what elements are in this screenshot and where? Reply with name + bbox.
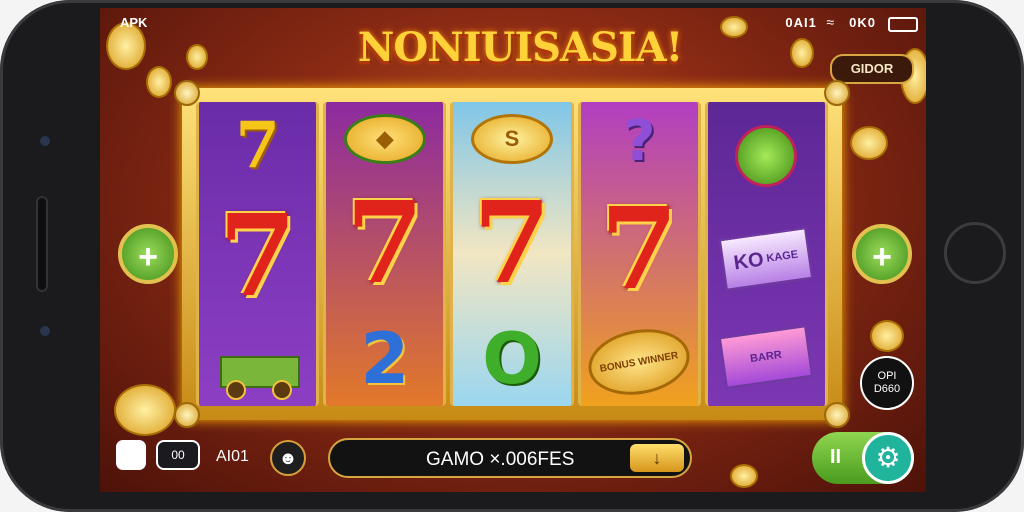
seven-symbol: 7: [473, 178, 551, 309]
sensor-icon: [40, 326, 50, 336]
coin-icon: [186, 44, 208, 70]
coin-icon: [850, 126, 888, 160]
bottom-bar: 00 AI01 ☻ GAMO ×.006FES ↓ II ⚙: [100, 432, 926, 492]
coin-icon: [114, 384, 176, 436]
phone-frame: APK ≈ 0AI1 0K0 NONIUISASIA! GIDOR + + 7 …: [0, 0, 1024, 512]
coin-icon: [146, 66, 172, 98]
top-button[interactable]: GIDOR: [830, 54, 914, 84]
speaker-slot: [36, 196, 48, 292]
gear-icon[interactable]: ⚙: [862, 432, 914, 484]
game-title: NONIUISASIA!: [357, 24, 683, 71]
info-badge[interactable]: OPI D660: [860, 356, 914, 410]
right-plus-button[interactable]: +: [852, 224, 912, 284]
bet-chip-button[interactable]: ↓: [630, 444, 684, 472]
coin-icon: [870, 320, 904, 352]
cherry-icon: [735, 125, 798, 187]
status-right: 0AI1 0K0: [785, 15, 876, 30]
credit-label: AI01: [216, 448, 249, 465]
reel-1[interactable]: 7 7: [196, 102, 320, 406]
lock-icon[interactable]: [116, 440, 146, 470]
cart-icon: [216, 336, 300, 401]
reels: 7 7 ◆ 7 2 S 7 O ? 7 BONUS WINNER KO KAGE…: [196, 102, 829, 406]
ko-box: KO KAGE: [719, 227, 814, 291]
left-plus-button[interactable]: +: [118, 224, 178, 284]
face-icon[interactable]: ☻: [270, 440, 306, 476]
seven-symbol: 7: [345, 178, 424, 309]
question-symbol: ?: [622, 109, 656, 174]
reel-3[interactable]: S 7 O: [450, 102, 574, 406]
camera-icon: [40, 136, 50, 146]
coin-icon: [790, 38, 814, 68]
home-button[interactable]: [944, 222, 1006, 284]
seven-symbol: 7: [218, 190, 297, 322]
coin-symbol: S: [471, 114, 553, 164]
status-left: APK: [120, 15, 148, 30]
reel-frame: 7 7 ◆ 7 2 S 7 O ? 7 BONUS WINNER KO KAGE…: [174, 80, 850, 428]
o-symbol: O: [482, 318, 542, 400]
game-screen: APK ≈ 0AI1 0K0 NONIUISASIA! GIDOR + + 7 …: [100, 8, 926, 492]
seven-symbol: 7: [600, 184, 679, 315]
bet-text: GAMO ×.006FES: [426, 449, 575, 470]
two-symbol: 2: [360, 318, 410, 400]
fruit-icon: ◆: [343, 114, 426, 164]
toggle-button[interactable]: 00: [156, 440, 200, 470]
seven-symbol: 7: [235, 107, 280, 183]
bet-bar[interactable]: GAMO ×.006FES ↓: [328, 438, 692, 478]
barr-box: BARR: [719, 325, 814, 389]
bonus-badge: BONUS WINNER: [583, 321, 695, 403]
reel-5[interactable]: KO KAGE BARR: [704, 102, 829, 406]
battery-icon: [888, 17, 918, 32]
spin-control[interactable]: II ⚙: [812, 432, 914, 484]
reel-2[interactable]: ◆ 7 2: [323, 102, 447, 406]
reel-4[interactable]: ? 7 BONUS WINNER: [577, 102, 701, 406]
pause-label: II: [830, 446, 842, 468]
